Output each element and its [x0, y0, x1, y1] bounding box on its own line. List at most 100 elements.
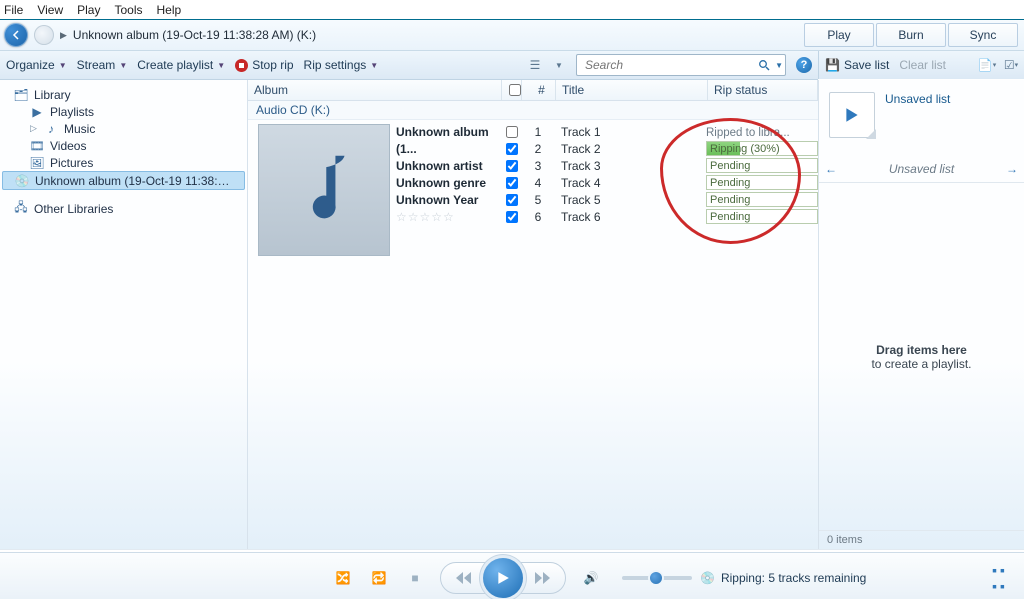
select-all-checkbox[interactable]: [509, 84, 521, 96]
column-number[interactable]: #: [522, 80, 556, 100]
album-rating[interactable]: ☆☆☆☆☆: [396, 209, 506, 226]
track-checkbox[interactable]: [506, 211, 518, 223]
playlist-title-link[interactable]: Unsaved list: [885, 92, 950, 106]
menu-tools[interactable]: Tools: [114, 3, 142, 17]
track-row[interactable]: 5Track 5Pending: [503, 191, 818, 208]
track-number: 4: [521, 176, 555, 190]
menu-help[interactable]: Help: [157, 3, 182, 17]
shuffle-button[interactable]: 🔀: [332, 567, 354, 589]
next-button[interactable]: [533, 567, 555, 589]
rip-settings-label: Rip settings: [304, 58, 367, 72]
sidebar-item-videos[interactable]: 🎞 Videos: [0, 137, 247, 154]
menu-view[interactable]: View: [37, 3, 63, 17]
menu-play[interactable]: Play: [77, 3, 100, 17]
save-list-button[interactable]: 💾 Save list: [825, 58, 889, 72]
menu-file[interactable]: File: [4, 3, 23, 17]
album-metadata: Unknown album (1... Unknown artist Unkno…: [390, 124, 506, 256]
view-mode-dropdown[interactable]: ▼: [552, 58, 566, 72]
tab-sync[interactable]: Sync: [948, 23, 1018, 47]
column-album[interactable]: Album: [248, 80, 502, 100]
transport-pill: [440, 562, 566, 594]
column-check[interactable]: [502, 80, 522, 100]
album-genre[interactable]: Unknown genre: [396, 175, 506, 192]
sidebar-label: Other Libraries: [34, 202, 113, 216]
mute-button[interactable]: 🔊: [580, 567, 602, 589]
track-checkbox[interactable]: [506, 177, 518, 189]
picture-icon: 🖼: [30, 156, 44, 170]
track-title: Track 3: [555, 159, 706, 173]
search-icon[interactable]: [755, 59, 775, 71]
switch-view-button[interactable]: ▪▪▪▪: [992, 553, 1008, 599]
playlist-footer: 0 items: [819, 530, 1024, 549]
track-row[interactable]: 6Track 6Pending: [503, 208, 818, 225]
playlist-thumb[interactable]: [829, 92, 875, 138]
nav-forward-button[interactable]: [34, 25, 54, 45]
track-row[interactable]: 3Track 3Pending: [503, 157, 818, 174]
column-rip-status[interactable]: Rip status: [708, 80, 818, 100]
stream-menu[interactable]: Stream ▼: [77, 58, 128, 72]
track-number: 6: [521, 210, 555, 224]
play-button[interactable]: [483, 558, 523, 598]
track-rip-status: Pending: [706, 158, 818, 173]
tab-burn[interactable]: Burn: [876, 23, 946, 47]
sidebar-item-music[interactable]: ▷ ♪ Music: [0, 120, 247, 137]
album-year[interactable]: Unknown Year: [396, 192, 506, 209]
organize-menu[interactable]: Organize ▼: [6, 58, 67, 72]
search-box[interactable]: ▼: [576, 54, 786, 76]
track-row[interactable]: 1Track 1Ripped to libra...: [503, 123, 818, 140]
network-icon: 🖧: [14, 202, 28, 216]
prev-list-arrow-icon[interactable]: ←: [825, 162, 837, 176]
track-checkbox[interactable]: [506, 160, 518, 172]
album-art[interactable]: [258, 124, 390, 256]
track-rip-status: Pending: [706, 209, 818, 224]
stop-button[interactable]: ■: [404, 567, 426, 589]
column-title[interactable]: Title: [556, 80, 708, 100]
next-list-arrow-icon[interactable]: →: [1006, 162, 1018, 176]
sidebar-label: Unknown album (19-Oct-19 11:38:28 AM) (K…: [35, 174, 234, 188]
previous-button[interactable]: [451, 567, 473, 589]
group-header[interactable]: Audio CD (K:): [248, 101, 818, 120]
track-checkbox-cell: [503, 143, 521, 155]
playlist-dropzone[interactable]: Drag items here to create a playlist.: [819, 183, 1024, 530]
player-status: 💿 Ripping: 5 tracks remaining: [700, 553, 866, 599]
dropzone-line1: Drag items here: [876, 343, 967, 357]
album-artist[interactable]: Unknown artist: [396, 158, 506, 175]
repeat-button[interactable]: 🔁: [368, 567, 390, 589]
sidebar-item-playlists[interactable]: ▶ Playlists: [0, 103, 247, 120]
sidebar-item-library[interactable]: 🗂 Library: [0, 86, 247, 103]
track-checkbox[interactable]: [506, 194, 518, 206]
sidebar-item-cd[interactable]: 💿 Unknown album (19-Oct-19 11:38:28 AM) …: [2, 171, 245, 190]
clear-list-button[interactable]: Clear list: [899, 58, 946, 72]
track-row[interactable]: 2Track 2Ripping (30%): [503, 140, 818, 157]
stop-icon: [235, 59, 248, 72]
volume-slider[interactable]: [622, 576, 692, 580]
list-options-button[interactable]: 📄▾: [980, 58, 994, 72]
track-title: Track 2: [555, 142, 706, 156]
track-number: 3: [521, 159, 555, 173]
create-playlist-menu[interactable]: Create playlist ▼: [137, 58, 225, 72]
search-dropdown-icon[interactable]: ▼: [775, 61, 783, 70]
track-rip-status: Pending: [706, 175, 818, 190]
stop-rip-label: Stop rip: [252, 58, 293, 72]
track-row[interactable]: 4Track 4Pending: [503, 174, 818, 191]
playlist-subheader: ← Unsaved list →: [819, 142, 1024, 176]
track-checkbox[interactable]: [506, 126, 518, 138]
search-input[interactable]: [583, 57, 755, 73]
cd-small-icon: 💿: [700, 571, 715, 585]
track-checkbox[interactable]: [506, 143, 518, 155]
rip-settings-menu[interactable]: Rip settings ▼: [304, 58, 379, 72]
playlist-options-button[interactable]: ☑▾: [1004, 58, 1018, 72]
volume-thumb[interactable]: [650, 572, 662, 584]
track-title: Track 4: [555, 176, 706, 190]
stop-rip-button[interactable]: Stop rip: [235, 58, 293, 72]
nav-back-button[interactable]: [4, 23, 28, 47]
album-title[interactable]: Unknown album (1...: [396, 124, 506, 158]
help-button[interactable]: ?: [796, 57, 812, 73]
track-checkbox-cell: [503, 126, 521, 138]
sidebar-item-pictures[interactable]: 🖼 Pictures: [0, 154, 247, 171]
view-mode-button[interactable]: ☰: [528, 58, 542, 72]
right-toolbar: 💾 Save list Clear list 📄▾ ☑▾: [818, 51, 1024, 79]
tab-play[interactable]: Play: [804, 23, 874, 47]
breadcrumb[interactable]: Unknown album (19-Oct-19 11:38:28 AM) (K…: [73, 28, 316, 42]
sidebar-item-other-libraries[interactable]: 🖧 Other Libraries: [0, 200, 247, 217]
